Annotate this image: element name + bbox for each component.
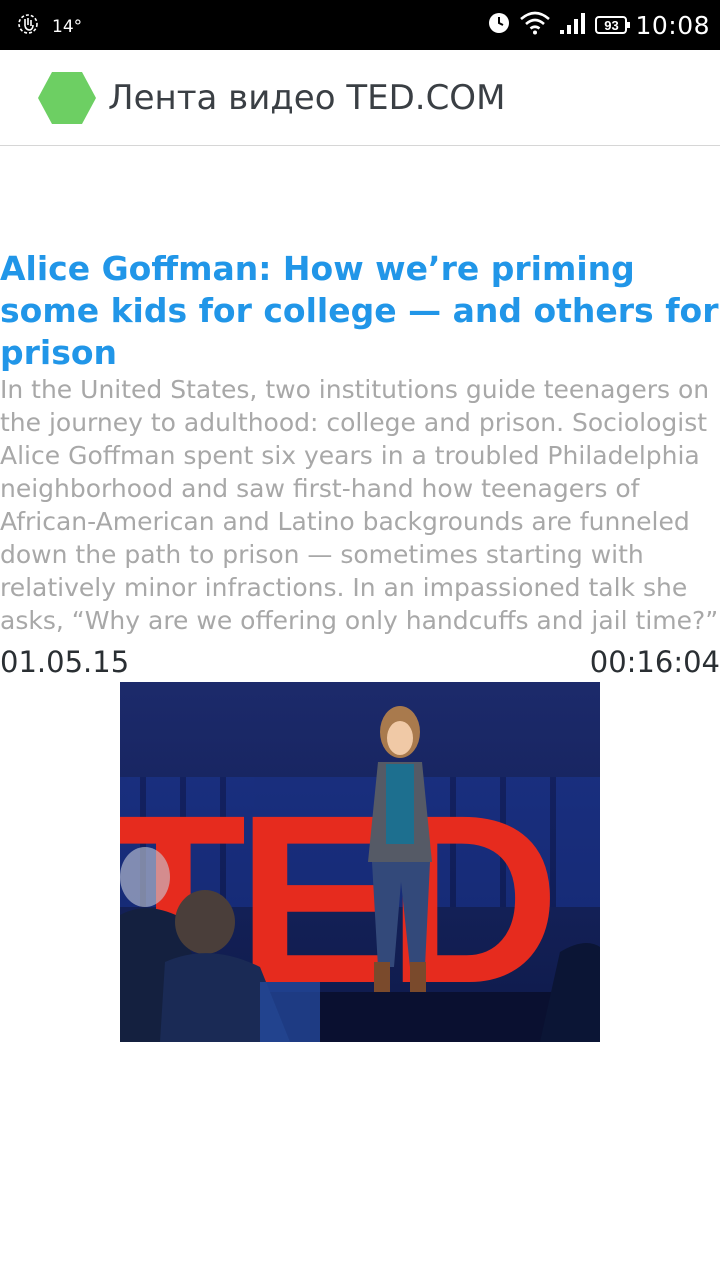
wifi-icon — [519, 11, 551, 40]
talk-date: 01.05.15 — [0, 645, 130, 679]
talk-title[interactable]: Alice Goffman: How we’re priming some ki… — [0, 248, 720, 374]
green-hexagon-icon[interactable] — [37, 70, 97, 126]
talk-duration: 00:16:04 — [589, 645, 720, 679]
battery-icon: 93 — [595, 16, 631, 34]
talk-thumbnail[interactable]: TED — [120, 682, 600, 1042]
status-right: 93 10:08 — [487, 8, 710, 42]
signal-icon — [559, 11, 587, 40]
talk-description: In the United States, two institutions g… — [0, 375, 719, 635]
temperature-label: 14° — [52, 16, 83, 37]
app-title: Лента видео TED.COM — [108, 78, 506, 118]
talk-meta-row: 01.05.15 00:16:04 — [0, 645, 720, 681]
alarm-clock-icon — [487, 11, 511, 40]
clock-time: 10:08 — [635, 10, 710, 40]
app-bar: Лента видео TED.COM — [0, 50, 720, 146]
hand-gesture-icon — [16, 12, 40, 41]
status-left: 14° — [16, 12, 82, 41]
status-bar: 14° 93 10:08 — [0, 0, 720, 50]
